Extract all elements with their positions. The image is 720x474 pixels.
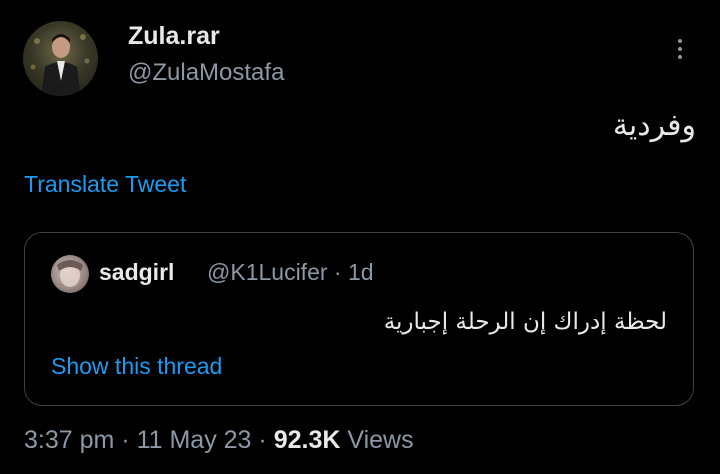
footer-separator: · <box>258 426 267 454</box>
show-thread-link[interactable]: Show this thread <box>51 353 222 380</box>
quoted-tweet-age: 1d <box>347 259 374 285</box>
more-vertical-icon[interactable] <box>670 36 690 66</box>
tweet-date[interactable]: 11 May 23 <box>137 426 252 454</box>
author-name[interactable]: Zula.rar <box>128 22 220 51</box>
footer-separator: · <box>121 426 130 454</box>
meta-separator: · <box>333 259 342 285</box>
quoted-author-name: sadgirl <box>99 259 175 285</box>
tweet-footer: 3:37 pm · 11 May 23 · 92.3K Views <box>24 426 414 455</box>
quoted-author-avatar <box>51 255 89 293</box>
views-label: Views <box>347 426 414 454</box>
tweet-time[interactable]: 3:37 pm <box>24 426 114 454</box>
translate-tweet-link[interactable]: Translate Tweet <box>24 171 186 198</box>
quoted-author-handle: @K1Lucifer <box>207 259 328 285</box>
author-handle[interactable]: @ZulaMostafa <box>128 59 284 87</box>
views-count[interactable]: 92.3K <box>274 426 341 454</box>
quoted-tweet-meta: @K1Lucifer · 1d <box>207 259 374 286</box>
author-avatar[interactable] <box>23 21 98 96</box>
tweet-text: وفردية <box>612 108 696 143</box>
quoted-tweet-card[interactable]: sadgirl @K1Lucifer · 1d لحظة إدراك إن ال… <box>24 232 694 406</box>
quoted-tweet-text: لحظة إدراك إن الرحلة إجبارية <box>383 309 667 335</box>
